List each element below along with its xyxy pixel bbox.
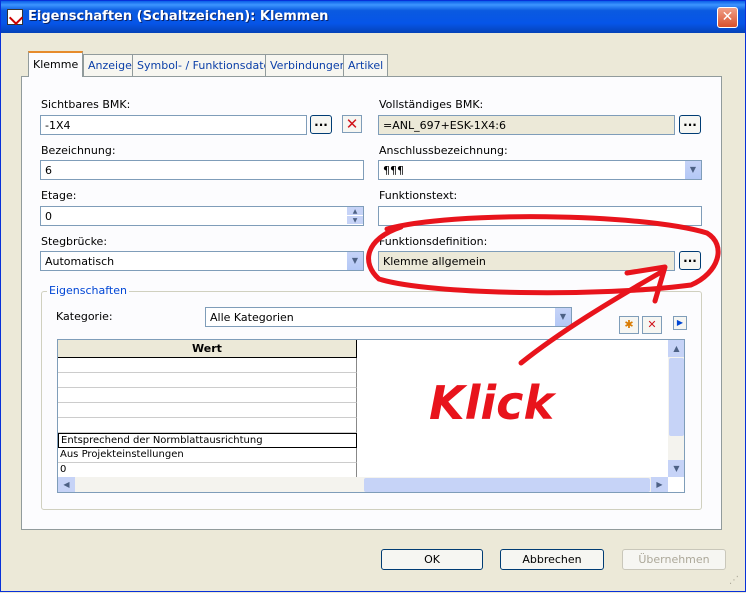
tab-anzeige[interactable]: Anzeige bbox=[83, 54, 137, 76]
apply-button[interactable]: Übernehmen bbox=[622, 549, 726, 570]
table-row[interactable] bbox=[58, 418, 357, 433]
stegbruecke-value: Automatisch bbox=[45, 255, 115, 268]
vollstaendiges-bmk-browse-button[interactable]: ... bbox=[679, 115, 701, 134]
properties-dialog: Eigenschaften (Schaltzeichen): Klemmen ✕… bbox=[0, 0, 746, 592]
table-row[interactable]: Aus Projekteinstellungen bbox=[58, 448, 357, 463]
vollstaendiges-bmk-label: Vollständiges BMK: bbox=[379, 98, 484, 111]
property-grid[interactable]: Wert Entsprechend der Normblattausrichtu… bbox=[57, 339, 685, 493]
anschlussbezeichnung-select[interactable]: ¶¶¶ ▼ bbox=[378, 160, 702, 180]
scroll-down-icon[interactable]: ▼ bbox=[668, 460, 684, 477]
table-row[interactable]: 0 bbox=[58, 463, 357, 478]
delete-icon: ✕ bbox=[345, 115, 359, 133]
etage-value: 0 bbox=[45, 210, 52, 223]
horizontal-scrollbar[interactable]: ◀ ▶ bbox=[58, 477, 668, 492]
close-button[interactable]: ✕ bbox=[717, 7, 738, 28]
anschlussbezeichnung-value: ¶¶¶ bbox=[383, 164, 404, 177]
tab-artikel[interactable]: Artikel bbox=[343, 54, 389, 76]
column-header-wert[interactable]: Wert bbox=[58, 340, 357, 358]
chevron-down-icon[interactable]: ▼ bbox=[346, 252, 363, 270]
delete-property-button[interactable]: ✕ bbox=[642, 316, 662, 334]
new-icon: ✱ bbox=[624, 318, 634, 331]
vollstaendiges-bmk-input[interactable]: =ANL_697+ESK-1X4:6 bbox=[378, 115, 675, 135]
spin-down-icon[interactable]: ▼ bbox=[347, 216, 363, 225]
table-row[interactable] bbox=[58, 388, 357, 403]
kategorie-select[interactable]: Alle Kategorien ▼ bbox=[205, 307, 572, 327]
tab-symbol-funktionsdaten[interactable]: Symbol- / Funktionsdaten bbox=[132, 54, 283, 76]
stegbruecke-select[interactable]: Automatisch ▼ bbox=[40, 251, 364, 271]
bezeichnung-label: Bezeichnung: bbox=[41, 144, 116, 157]
table-row[interactable] bbox=[58, 358, 357, 373]
anschlussbezeichnung-label: Anschlussbezeichnung: bbox=[379, 144, 508, 157]
sichtbares-bmk-delete-button[interactable]: ✕ bbox=[342, 115, 362, 133]
scroll-up-icon[interactable]: ▲ bbox=[668, 340, 684, 357]
play-icon: ▶ bbox=[676, 318, 684, 327]
window-title: Eigenschaften (Schaltzeichen): Klemmen bbox=[28, 9, 329, 24]
title-bar[interactable]: Eigenschaften (Schaltzeichen): Klemmen ✕ bbox=[1, 1, 745, 33]
scroll-right-icon[interactable]: ▶ bbox=[651, 477, 668, 492]
funktionsdefinition-browse-button[interactable]: ... bbox=[679, 251, 701, 270]
table-row[interactable] bbox=[58, 373, 357, 388]
horizontal-scroll-thumb[interactable] bbox=[364, 478, 650, 492]
funktionsdefinition-input[interactable]: Klemme allgemein bbox=[378, 251, 675, 271]
sichtbares-bmk-input[interactable]: -1X4 bbox=[40, 115, 307, 135]
tab-klemme[interactable]: Klemme bbox=[28, 51, 84, 77]
new-property-button[interactable]: ✱ bbox=[619, 316, 639, 334]
funktionsdefinition-label: Funktionsdefinition: bbox=[379, 235, 488, 248]
etage-spin-buttons[interactable]: ▲ ▼ bbox=[347, 207, 363, 225]
vertical-scrollbar[interactable]: ▲ ▼ bbox=[668, 340, 684, 477]
eigenschaften-group-title: Eigenschaften bbox=[47, 284, 129, 297]
scroll-left-icon[interactable]: ◀ bbox=[58, 477, 75, 492]
funktionstext-label: Funktionstext: bbox=[379, 189, 458, 202]
chevron-down-icon[interactable]: ▼ bbox=[684, 161, 701, 179]
kategorie-label: Kategorie: bbox=[56, 310, 113, 323]
app-icon bbox=[7, 9, 23, 25]
funktionstext-input[interactable] bbox=[378, 206, 702, 226]
chevron-down-icon[interactable]: ▼ bbox=[554, 308, 571, 326]
spin-up-icon[interactable]: ▲ bbox=[347, 207, 363, 216]
cancel-button[interactable]: Abbrechen bbox=[500, 549, 604, 570]
sichtbares-bmk-label: Sichtbares BMK: bbox=[41, 98, 131, 111]
kategorie-value: Alle Kategorien bbox=[210, 311, 294, 324]
table-row[interactable] bbox=[58, 403, 357, 418]
stegbruecke-label: Stegbrücke: bbox=[41, 235, 108, 248]
vertical-scroll-thumb[interactable] bbox=[669, 358, 684, 436]
tab-verbindungen[interactable]: Verbindungen bbox=[265, 54, 352, 76]
etage-stepper[interactable]: 0 ▲ ▼ bbox=[40, 206, 364, 226]
resize-grip-icon[interactable]: ⋰ bbox=[729, 575, 743, 589]
expand-button[interactable]: ▶ bbox=[673, 316, 687, 330]
etage-label: Etage: bbox=[41, 189, 77, 202]
ok-button[interactable]: OK bbox=[381, 549, 483, 570]
delete-icon: ✕ bbox=[647, 318, 657, 331]
sichtbares-bmk-browse-button[interactable]: ... bbox=[310, 115, 332, 134]
bezeichnung-input[interactable]: 6 bbox=[40, 160, 364, 180]
table-row[interactable]: Entsprechend der Normblattausrichtung bbox=[58, 433, 357, 448]
